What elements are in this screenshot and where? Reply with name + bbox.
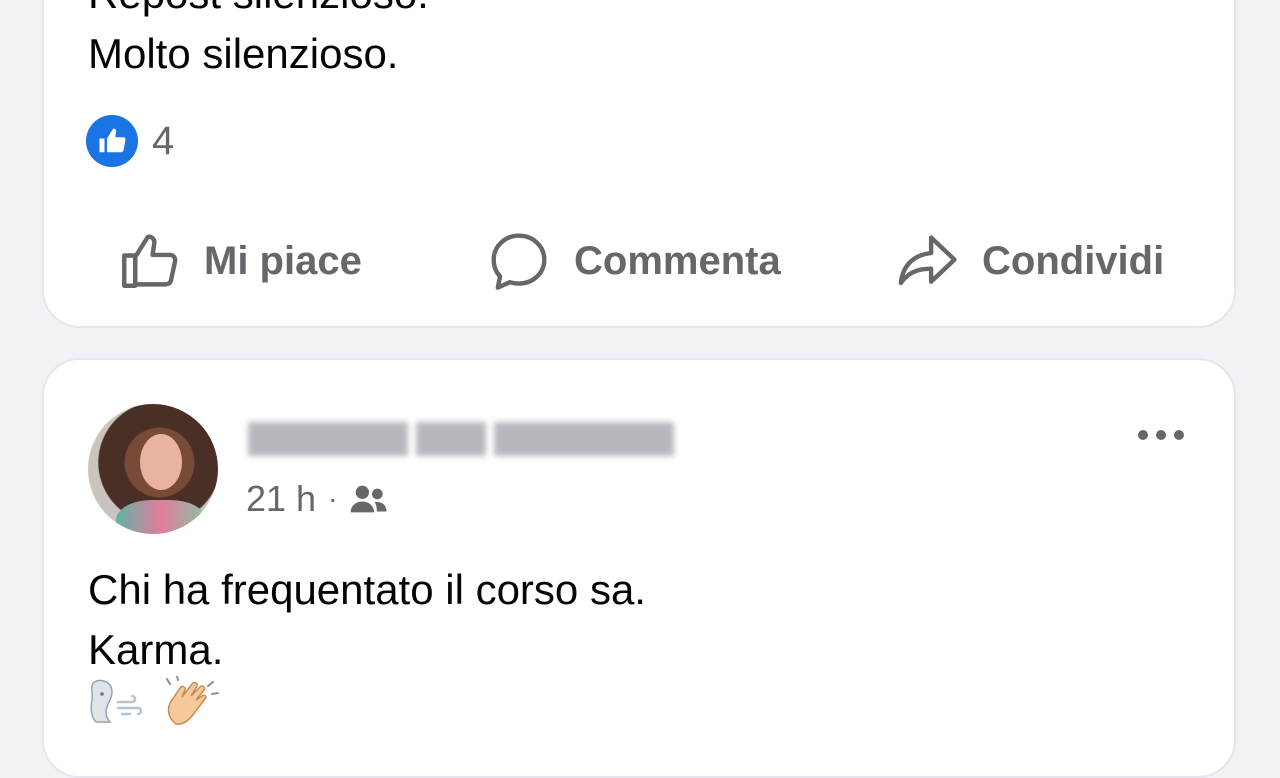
like-icon [86, 115, 138, 167]
more-dot [1138, 430, 1148, 440]
author-name-blurred[interactable] [248, 422, 674, 456]
blurred-text-block [494, 422, 674, 456]
avatar[interactable] [88, 404, 218, 534]
blurred-text-block [416, 422, 486, 456]
emoji-row [88, 675, 222, 726]
action-bar: Mi piace Commenta Condividi [44, 224, 1234, 298]
post-text-line: Chi ha frequentato il corso sa. [88, 566, 646, 613]
comment-button[interactable]: Commenta [486, 224, 781, 298]
share-arrow-icon [898, 235, 957, 286]
avatar-shirt [116, 500, 206, 534]
more-dot [1156, 430, 1166, 440]
post-meta: 21 h · [246, 478, 389, 520]
share-button[interactable]: Condividi [894, 224, 1164, 298]
comment-button-label: Commenta [574, 238, 781, 283]
post-text-line: Molto silenzioso. [88, 30, 399, 77]
post-text-line: Repost silenzioso. [88, 0, 429, 24]
post-card: 21 h · Chi ha frequentato il corso sa. Ka… [42, 358, 1236, 778]
post-text-line: Karma. [88, 626, 224, 673]
post-text: Chi ha frequentato il corso sa. Karma. [88, 560, 646, 680]
like-button[interactable]: Mi piace [116, 224, 362, 298]
wind-face-emoji [88, 676, 148, 726]
meta-separator: · [328, 483, 338, 514]
post-card: Repost silenzioso. Molto silenzioso. 4 Mi… [42, 0, 1236, 328]
thumbs-up-icon [122, 234, 178, 288]
share-button-label: Condividi [982, 238, 1165, 283]
clapping-hands-emoji [162, 675, 222, 726]
avatar-face [140, 434, 182, 490]
friends-icon [351, 485, 387, 513]
reaction-count: 4 [152, 118, 175, 163]
post-time[interactable]: 21 h [246, 478, 316, 520]
reaction-summary[interactable]: 4 [86, 115, 174, 167]
more-options-button[interactable] [1138, 420, 1184, 450]
blurred-text-block [248, 422, 408, 456]
like-button-label: Mi piace [204, 238, 362, 283]
comment-bubble-icon [491, 233, 547, 290]
post-text: Repost silenzioso. Molto silenzioso. [88, 0, 429, 84]
more-dot [1174, 430, 1184, 440]
